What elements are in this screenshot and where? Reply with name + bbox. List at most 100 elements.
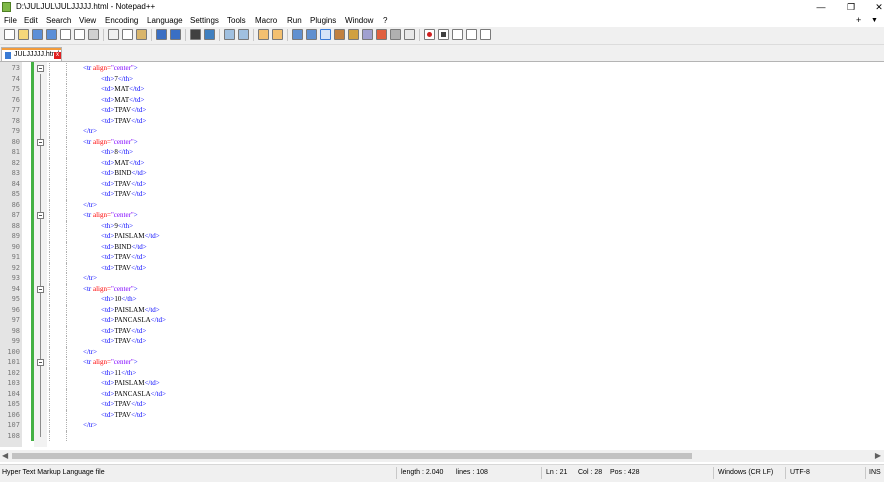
menu-language[interactable]: Language [147, 15, 183, 26]
code-line[interactable]: 74 <th>7</th> [0, 73, 884, 84]
monitoring-icon[interactable] [390, 29, 401, 40]
save-icon[interactable] [32, 29, 43, 40]
fold-toggle-icon[interactable] [37, 285, 44, 293]
sync-vertical-icon[interactable] [258, 29, 269, 40]
menu-help[interactable]: ? [383, 15, 387, 26]
code-line[interactable]: 73 <tr align="center"> [0, 63, 884, 74]
code-line[interactable]: 108 [0, 430, 884, 441]
code-line[interactable]: 106 <td>TPAV</td> [0, 409, 884, 420]
cut-icon[interactable] [108, 29, 119, 40]
code-line[interactable]: 90 <td>BIND</td> [0, 241, 884, 252]
eye-icon[interactable] [404, 29, 415, 40]
code-line[interactable]: 77 <td>TPAV</td> [0, 105, 884, 116]
code-line[interactable]: 103 <td>PAISLAM</td> [0, 378, 884, 389]
menu-macro[interactable]: Macro [255, 15, 277, 26]
run-macro-multiple-icon[interactable] [466, 29, 477, 40]
print-icon[interactable] [88, 29, 99, 40]
menu-run[interactable]: Run [287, 15, 302, 26]
code-line[interactable]: 95 <th>10</th> [0, 294, 884, 305]
code-line[interactable]: 85 <td>TPAV</td> [0, 189, 884, 200]
close-window-button[interactable]: ✕ [866, 0, 884, 14]
code-line[interactable]: 84 <td>TPAV</td> [0, 178, 884, 189]
menu-plugins[interactable]: Plugins [310, 15, 336, 26]
maximize-button[interactable]: ❐ [838, 0, 864, 14]
close-all-icon[interactable] [74, 29, 85, 40]
status-eol[interactable]: Windows (CR LF) [718, 468, 773, 478]
menu-settings[interactable]: Settings [190, 15, 219, 26]
minimize-button[interactable]: — [808, 0, 834, 14]
undo-icon[interactable] [156, 29, 167, 40]
code-line[interactable]: 79 </tr> [0, 126, 884, 137]
tab-close-icon[interactable]: x [54, 52, 61, 59]
code-line[interactable]: 87 <tr align="center"> [0, 210, 884, 221]
menu-search[interactable]: Search [46, 15, 71, 26]
menu-file[interactable]: File [4, 15, 17, 26]
sync-horizontal-icon[interactable] [272, 29, 283, 40]
tab-list-dropdown-icon[interactable]: ▼ [871, 14, 878, 27]
code-line[interactable]: 93 </tr> [0, 273, 884, 284]
user-language-icon[interactable] [334, 29, 345, 40]
code-editor[interactable]: 73 <tr align="center"> 74 <th>7</th> 75 <td>M… [0, 62, 884, 447]
paste-icon[interactable] [136, 29, 147, 40]
menu-window[interactable]: Window [345, 15, 373, 26]
code-line[interactable]: 78 <td>TPAV</td> [0, 115, 884, 126]
status-encoding[interactable]: UTF-8 [790, 468, 810, 478]
code-line[interactable]: 100 </tr> [0, 346, 884, 357]
show-all-chars-icon[interactable] [306, 29, 317, 40]
code-line[interactable]: 107 </tr> [0, 420, 884, 431]
open-file-icon[interactable] [18, 29, 29, 40]
scroll-right-arrow-icon[interactable]: ▶ [875, 452, 881, 460]
tab-juljjjjj-html[interactable]: JULJJJJJ.html x [1, 47, 62, 61]
scrollbar-thumb[interactable] [12, 453, 692, 459]
save-macro-icon[interactable] [480, 29, 491, 40]
stop-macro-icon[interactable] [438, 29, 449, 40]
fold-toggle-icon[interactable] [37, 65, 44, 72]
close-icon[interactable] [60, 29, 71, 40]
new-file-icon[interactable] [4, 29, 15, 40]
code-line[interactable]: 98 <td>TPAV</td> [0, 325, 884, 336]
code-line[interactable]: 81 <th>8</th> [0, 147, 884, 158]
status-insert-mode[interactable]: INS [869, 468, 881, 478]
word-wrap-icon[interactable] [292, 29, 303, 40]
code-line[interactable]: 104 <td>PANCASLA</td> [0, 388, 884, 399]
scroll-left-arrow-icon[interactable]: ◀ [2, 452, 8, 460]
save-all-icon[interactable] [46, 29, 57, 40]
code-line[interactable]: 91 <td>TPAV</td> [0, 252, 884, 263]
code-line[interactable]: 94 <tr align="center"> [0, 283, 884, 294]
menu-edit[interactable]: Edit [24, 15, 38, 26]
code-line[interactable]: 102 <th>11</th> [0, 367, 884, 378]
zoom-in-icon[interactable] [224, 29, 235, 40]
code-line[interactable]: 96 <td>PAISLAM</td> [0, 304, 884, 315]
code-line[interactable]: 89 <td>PAISLAM</td> [0, 231, 884, 242]
doc-map-icon[interactable] [348, 29, 359, 40]
menu-tools[interactable]: Tools [227, 15, 246, 26]
fold-toggle-icon[interactable] [37, 138, 44, 146]
new-tab-button[interactable]: + [856, 14, 861, 27]
menu-encoding[interactable]: Encoding [105, 15, 138, 26]
play-macro-icon[interactable] [452, 29, 463, 40]
code-line[interactable]: 92 <td>TPAV</td> [0, 262, 884, 273]
fold-toggle-icon[interactable] [37, 359, 44, 366]
zoom-out-icon[interactable] [238, 29, 249, 40]
code-line[interactable]: 80 <tr align="center"> [0, 136, 884, 147]
folder-workspace-icon[interactable] [376, 29, 387, 40]
fold-toggle-icon[interactable] [37, 212, 44, 219]
code-line[interactable]: 105 <td>TPAV</td> [0, 399, 884, 410]
redo-icon[interactable] [170, 29, 181, 40]
code-line[interactable]: 97 <td>PANCASLA</td> [0, 315, 884, 326]
horizontal-scrollbar[interactable]: ◀ ▶ [0, 450, 884, 462]
replace-icon[interactable] [204, 29, 215, 40]
code-line[interactable]: 99 <td>TPAV</td> [0, 336, 884, 347]
copy-icon[interactable] [122, 29, 133, 40]
code-line[interactable]: 83 <td>BIND</td> [0, 168, 884, 179]
code-line[interactable]: 88 <th>9</th> [0, 220, 884, 231]
menu-view[interactable]: View [79, 15, 96, 26]
code-line[interactable]: 101 <tr align="center"> [0, 357, 884, 368]
indent-guide-icon[interactable] [320, 29, 331, 40]
code-line[interactable]: 75 <td>MAT</td> [0, 84, 884, 95]
function-list-icon[interactable] [362, 29, 373, 40]
record-macro-icon[interactable] [424, 29, 435, 40]
code-line[interactable]: 76 <td>MAT</td> [0, 94, 884, 105]
find-icon[interactable] [190, 29, 201, 40]
code-line[interactable]: 82 <td>MAT</td> [0, 157, 884, 168]
